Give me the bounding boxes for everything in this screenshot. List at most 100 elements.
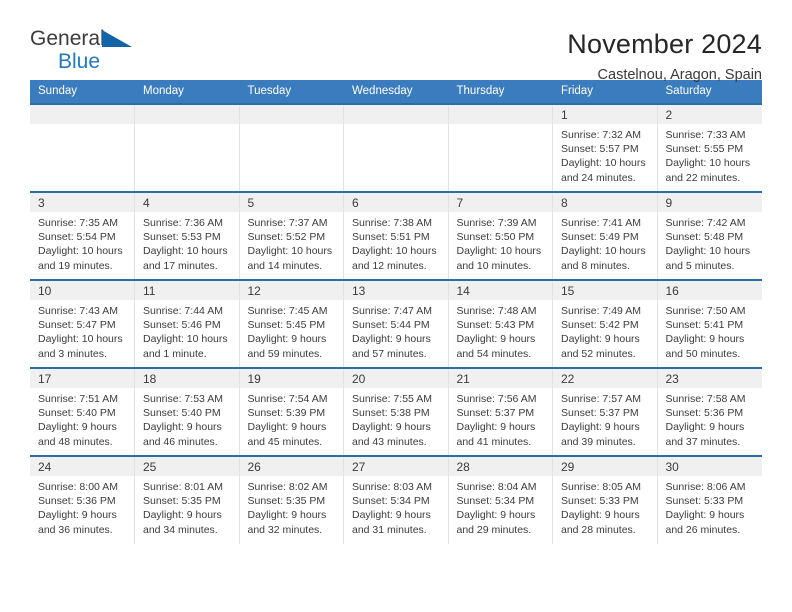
day-details: Sunrise: 7:56 AM Sunset: 5:37 PM Daylight:… (449, 388, 553, 449)
calendar-day-cell[interactable]: 8 Sunrise: 7:41 AM Sunset: 5:49 PM Daylight… (552, 191, 658, 280)
calendar-day-cell[interactable]: 26 Sunrise: 8:02 AM Sunset: 5:35 PM Dayligh… (239, 455, 344, 544)
daylight-line-1: Daylight: 9 hours (561, 421, 640, 434)
calendar-day-cell[interactable]: 22 Sunrise: 7:57 AM Sunset: 5:37 PM Dayligh… (552, 367, 658, 456)
weekday-header-monday: Monday (134, 80, 240, 104)
sunrise-text: Sunrise: 8:06 AM (665, 481, 746, 493)
day-number: 8 (553, 193, 657, 212)
daylight-line-1: Daylight: 10 hours (665, 245, 751, 258)
daylight-line-1: Daylight: 10 hours (561, 157, 646, 170)
day-details: Sunrise: 7:50 AM Sunset: 5:41 PM Daylight:… (658, 300, 762, 361)
sunrise-text: Sunrise: 7:35 AM (38, 217, 118, 229)
daylight-line-2: and 1 minute. (143, 347, 207, 360)
day-number: 26 (239, 457, 343, 476)
calendar-day-cell[interactable]: 24 Sunrise: 8:00 AM Sunset: 5:36 PM Dayligh… (30, 455, 135, 544)
calendar-day-cell[interactable]: 19 Sunrise: 7:54 AM Sunset: 5:39 PM Dayligh… (239, 367, 344, 456)
calendar-day-cell[interactable]: 9 Sunrise: 7:42 AM Sunset: 5:48 PM Daylight… (657, 191, 762, 280)
calendar-day-cell[interactable]: 7 Sunrise: 7:39 AM Sunset: 5:50 PM Daylight… (448, 191, 553, 280)
sunrise-text: Sunrise: 7:36 AM (143, 217, 223, 229)
calendar-day-cell[interactable]: 10 Sunrise: 7:43 AM Sunset: 5:47 PM Dayligh… (30, 279, 135, 368)
calendar-day-cell[interactable]: 25 Sunrise: 8:01 AM Sunset: 5:35 PM Dayligh… (134, 455, 240, 544)
day-details: Sunrise: 8:05 AM Sunset: 5:33 PM Daylight:… (553, 476, 657, 537)
calendar-day-cell[interactable]: 5 Sunrise: 7:37 AM Sunset: 5:52 PM Daylight… (239, 191, 344, 280)
sunrise-text: Sunrise: 7:33 AM (665, 129, 746, 141)
calendar-day-cell[interactable]: 11 Sunrise: 7:44 AM Sunset: 5:46 PM Dayligh… (134, 279, 240, 368)
sunset-text: Sunset: 5:37 PM (561, 407, 639, 420)
calendar-day-cell[interactable]: 12 Sunrise: 7:45 AM Sunset: 5:45 PM Dayligh… (239, 279, 344, 368)
sunrise-text: Sunrise: 8:01 AM (143, 481, 223, 493)
day-details: Sunrise: 7:42 AM Sunset: 5:48 PM Daylight:… (658, 212, 762, 273)
sunset-text: Sunset: 5:57 PM (561, 143, 639, 156)
calendar-day-cell[interactable]: 2 Sunrise: 7:33 AM Sunset: 5:55 PM Daylight… (657, 103, 762, 192)
daylight-line-1: Daylight: 10 hours (561, 245, 646, 258)
daylight-line-2: and 28 minutes. (561, 523, 636, 536)
sunset-text: Sunset: 5:33 PM (665, 495, 744, 508)
day-details: Sunrise: 7:47 AM Sunset: 5:44 PM Daylight:… (344, 300, 448, 361)
day-number: 4 (135, 193, 239, 212)
calendar-day-cell[interactable]: 3 Sunrise: 7:35 AM Sunset: 5:54 PM Daylight… (30, 191, 135, 280)
day-details: Sunrise: 8:04 AM Sunset: 5:34 PM Daylight:… (449, 476, 553, 537)
daylight-line-1: Daylight: 10 hours (247, 245, 333, 258)
day-number: 12 (239, 281, 343, 300)
calendar-day-cell[interactable]: 16 Sunrise: 7:50 AM Sunset: 5:41 PM Dayligh… (657, 279, 762, 368)
daylight-line-1: Daylight: 9 hours (352, 509, 431, 522)
day-number: 9 (657, 193, 762, 212)
calendar-day-cell[interactable]: 14 Sunrise: 7:48 AM Sunset: 5:43 PM Dayligh… (448, 279, 553, 368)
day-number: 28 (448, 457, 552, 476)
day-details: Sunrise: 7:37 AM Sunset: 5:52 PM Daylight:… (240, 212, 344, 273)
calendar-day-cell[interactable]: 30 Sunrise: 8:06 AM Sunset: 5:33 PM Dayligh… (657, 455, 762, 544)
daylight-line-2: and 54 minutes. (456, 347, 532, 360)
calendar-day-cell[interactable]: 27 Sunrise: 8:03 AM Sunset: 5:34 PM Dayligh… (343, 455, 449, 544)
day-number: 10 (30, 281, 134, 300)
weekday-header-sunday: Sunday (30, 80, 135, 104)
daylight-line-1: Daylight: 9 hours (456, 509, 536, 522)
daylight-line-2: and 29 minutes. (456, 523, 532, 536)
calendar-day-cell[interactable]: 21 Sunrise: 7:56 AM Sunset: 5:37 PM Dayligh… (448, 367, 553, 456)
calendar-day-cell[interactable]: 15 Sunrise: 7:49 AM Sunset: 5:42 PM Dayligh… (552, 279, 658, 368)
calendar-day-cell[interactable]: 18 Sunrise: 7:53 AM Sunset: 5:40 PM Dayligh… (134, 367, 240, 456)
sunset-text: Sunset: 5:34 PM (352, 495, 430, 508)
calendar-day-cell-empty (30, 103, 135, 192)
sunset-text: Sunset: 5:39 PM (247, 407, 326, 420)
day-details: Sunrise: 7:43 AM Sunset: 5:47 PM Daylight:… (30, 300, 134, 361)
title-block: November 2024 Castelnou, Aragon, Spain (567, 28, 762, 84)
sunrise-text: Sunrise: 7:50 AM (665, 305, 746, 317)
day-number (135, 105, 239, 124)
day-number: 6 (344, 193, 448, 212)
daylight-line-2: and 14 minutes. (247, 259, 323, 272)
daylight-line-2: and 50 minutes. (665, 347, 741, 360)
sunset-text: Sunset: 5:40 PM (38, 407, 116, 420)
daylight-line-1: Daylight: 10 hours (352, 245, 437, 258)
calendar-day-cell[interactable]: 17 Sunrise: 7:51 AM Sunset: 5:40 PM Dayligh… (30, 367, 135, 456)
daylight-line-1: Daylight: 9 hours (247, 509, 327, 522)
sunset-text: Sunset: 5:35 PM (143, 495, 221, 508)
sunrise-text: Sunrise: 7:48 AM (456, 305, 537, 317)
day-details: Sunrise: 7:45 AM Sunset: 5:45 PM Daylight:… (240, 300, 344, 361)
sunrise-text: Sunrise: 7:54 AM (247, 393, 328, 405)
day-details: Sunrise: 7:39 AM Sunset: 5:50 PM Daylight:… (449, 212, 553, 273)
daylight-line-1: Daylight: 10 hours (38, 333, 123, 346)
calendar-day-cell[interactable]: 29 Sunrise: 8:05 AM Sunset: 5:33 PM Dayligh… (552, 455, 658, 544)
sunrise-text: Sunrise: 7:57 AM (561, 393, 641, 405)
sunrise-text: Sunrise: 7:47 AM (352, 305, 432, 317)
calendar-day-cell[interactable]: 4 Sunrise: 7:36 AM Sunset: 5:53 PM Daylight… (134, 191, 240, 280)
calendar-day-cell[interactable]: 20 Sunrise: 7:55 AM Sunset: 5:38 PM Dayligh… (343, 367, 449, 456)
calendar-day-cell[interactable]: 23 Sunrise: 7:58 AM Sunset: 5:36 PM Dayligh… (657, 367, 762, 456)
day-number: 1 (553, 105, 657, 124)
day-details: Sunrise: 7:49 AM Sunset: 5:42 PM Daylight:… (553, 300, 657, 361)
location-subtitle: Castelnou, Aragon, Spain (597, 67, 762, 83)
brand-logo[interactable]: General Blue (30, 28, 140, 76)
calendar-day-cell[interactable]: 28 Sunrise: 8:04 AM Sunset: 5:34 PM Dayligh… (448, 455, 553, 544)
day-number: 5 (239, 193, 343, 212)
daylight-line-2: and 26 minutes. (665, 523, 741, 536)
calendar-day-cell[interactable]: 6 Sunrise: 7:38 AM Sunset: 5:51 PM Daylight… (343, 191, 449, 280)
day-number: 30 (657, 457, 762, 476)
calendar-day-cell[interactable]: 1 Sunrise: 7:32 AM Sunset: 5:57 PM Daylight… (552, 103, 658, 192)
daylight-line-2: and 31 minutes. (352, 523, 427, 536)
daylight-line-1: Daylight: 9 hours (38, 421, 117, 434)
calendar-day-cell[interactable]: 13 Sunrise: 7:47 AM Sunset: 5:44 PM Dayligh… (343, 279, 449, 368)
sunrise-text: Sunrise: 7:51 AM (38, 393, 118, 405)
day-details: Sunrise: 8:02 AM Sunset: 5:35 PM Daylight:… (240, 476, 344, 537)
day-number (239, 105, 343, 124)
daylight-line-2: and 36 minutes. (38, 523, 113, 536)
sunrise-text: Sunrise: 7:58 AM (665, 393, 746, 405)
